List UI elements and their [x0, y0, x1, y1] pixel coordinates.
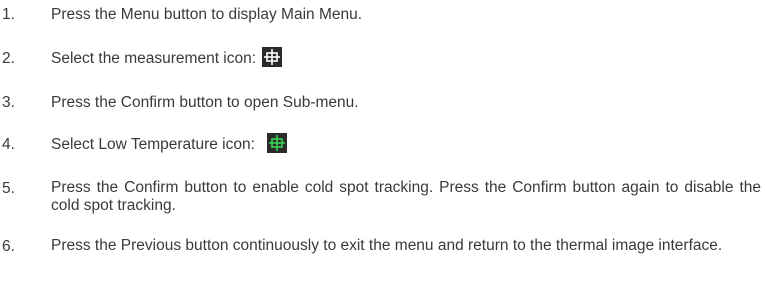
step-text: Select the measurement icon: [51, 50, 257, 68]
step-text-line: Select the measurement icon: [51, 47, 761, 69]
step-text: Press the Previous button continuously t… [51, 237, 723, 254]
step-number: 4. [2, 136, 15, 153]
low-temperature-crosshair-icon [266, 133, 287, 153]
step-text-line: Select Low Temperature icon: [51, 133, 761, 155]
step-number: 1. [2, 6, 15, 23]
step-number: 5. [2, 180, 15, 197]
step-number: 3. [2, 94, 15, 111]
step-text: Press the Confirm button to enable cold … [51, 179, 761, 214]
step-number: 2. [2, 50, 15, 67]
measurement-crosshair-icon [262, 47, 283, 67]
step-number: 6. [2, 238, 15, 255]
step-text: Press the Menu button to display Main Me… [51, 6, 363, 23]
step-text: Press the Confirm button to open Sub-men… [51, 94, 359, 111]
step-text: Select Low Temperature icon: [51, 136, 255, 154]
